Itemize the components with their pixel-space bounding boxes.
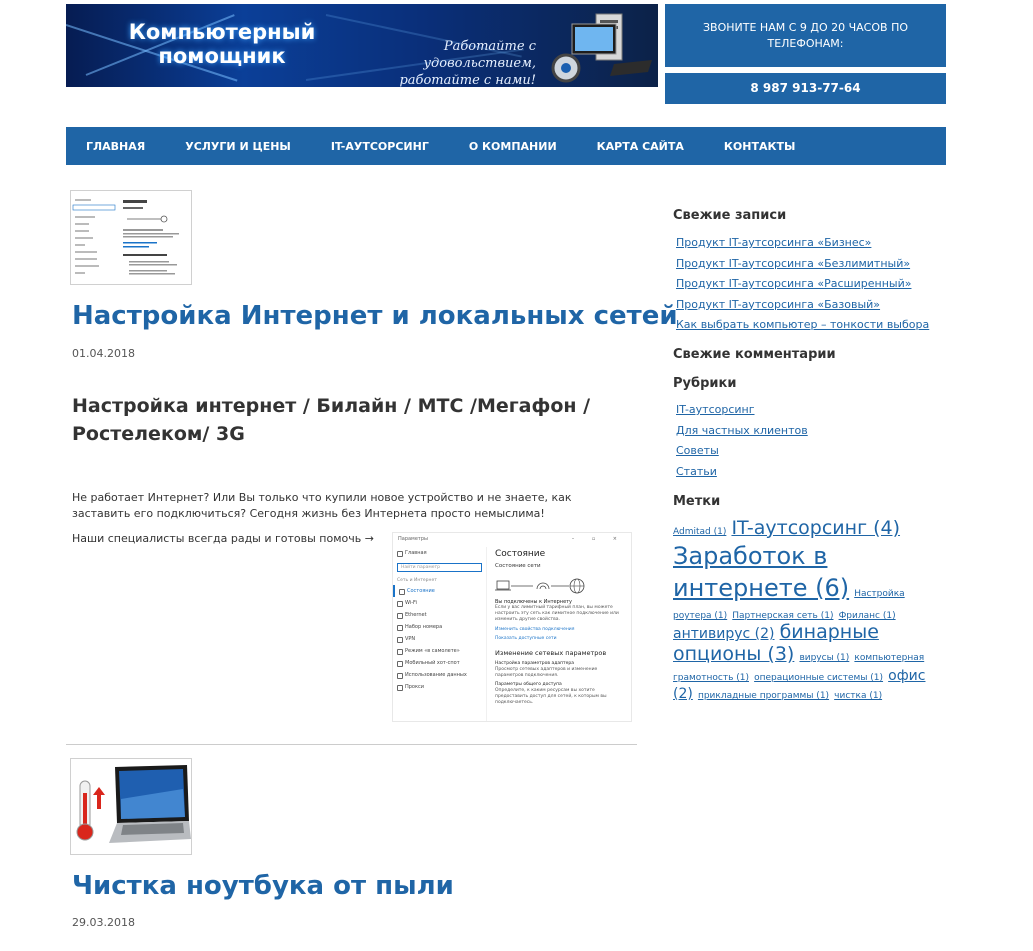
category-link[interactable]: Для частных клиентов	[676, 421, 808, 442]
recent-post-link[interactable]: Продукт IT-аутсорсинга «Безлимитный»	[676, 254, 929, 275]
change-settings-heading: Изменение сетевых параметров	[495, 649, 607, 657]
settings-menu-item: Wi-Fi	[393, 597, 486, 609]
tag-link[interactable]: чистка (1)	[834, 691, 882, 701]
tag-link[interactable]: прикладные программы (1)	[698, 691, 829, 701]
nav-item-it-outsourcing[interactable]: IT-АУТСОРСИНГ	[331, 140, 429, 153]
tag-link[interactable]: Партнерская сеть (1)	[732, 611, 833, 621]
recent-post-link[interactable]: Продукт IT-аутсорсинга «Бизнес»	[676, 233, 929, 254]
recent-posts-list: Продукт IT-аутсорсинга «Бизнес» Продукт …	[676, 233, 929, 336]
tags-heading: Метки	[673, 494, 721, 509]
settings-sidebar: Главная Найти параметр Сеть и Интернет С…	[393, 547, 487, 721]
post-subheading: Настройка интернет / Билайн / МТС /Мегаф…	[72, 395, 591, 445]
settings-content: Состояние Состояние сети Вы подключены к…	[495, 547, 627, 706]
connected-description: Если у вас лимитный тарифный план, вы мо…	[495, 605, 619, 622]
phone-number[interactable]: 8 987 913-77-64	[665, 73, 946, 104]
site-slogan: Работайте с удовольствием, работайте с н…	[399, 39, 536, 87]
categories-heading: Рубрики	[673, 376, 737, 391]
post-read-more[interactable]: Наши специалисты всегда рады и готовы по…	[72, 532, 374, 545]
settings-menu-item: Режим «в самолете»	[393, 645, 486, 657]
post-thumbnail-laptop[interactable]	[70, 758, 192, 855]
laptop-thermometer-icon	[71, 759, 191, 854]
settings-menu-item: Прокси	[393, 681, 486, 693]
network-diagram-icon	[495, 575, 627, 597]
nav-item-home[interactable]: ГЛАВНАЯ	[86, 140, 145, 153]
recent-comments-heading: Свежие комментарии	[673, 347, 836, 362]
settings-window-thumbnail-icon	[71, 191, 191, 284]
call-hours-box: ЗВОНИТЕ НАМ С 9 ДО 20 ЧАСОВ ПО ТЕЛЕФОНАМ…	[665, 4, 946, 67]
settings-menu-item: VPN	[393, 633, 486, 645]
post-title[interactable]: Чистка ноутбука от пыли	[72, 871, 454, 901]
settings-menu-item: Мобильный хот-спот	[393, 657, 486, 669]
settings-menu-item: Ethernet	[393, 609, 486, 621]
window-controls: – ▫ ×	[571, 536, 625, 542]
category-link[interactable]: Статьи	[676, 462, 808, 483]
settings-home-item: Главная	[393, 547, 486, 559]
recent-post-link[interactable]: Продукт IT-аутсорсинга «Базовый»	[676, 295, 929, 316]
change-connection-link: Изменить свойства подключения	[495, 627, 575, 632]
recent-post-link[interactable]: Продукт IT-аутсорсинга «Расширенный»	[676, 274, 929, 295]
category-link[interactable]: IT-аутсорсинг	[676, 400, 808, 421]
nav-item-contacts[interactable]: КОНТАКТЫ	[724, 140, 795, 153]
tag-link[interactable]: Фриланс (1)	[839, 611, 896, 621]
nav-item-services[interactable]: УСЛУГИ И ЦЕНЫ	[185, 140, 291, 153]
tag-link[interactable]: антивирус (2)	[673, 626, 775, 642]
main-navigation: ГЛАВНАЯ УСЛУГИ И ЦЕНЫ IT-АУТСОРСИНГ О КО…	[66, 127, 946, 165]
post-thumbnail-network[interactable]	[70, 190, 192, 285]
tag-cloud: Admitad (1) IT-аутсорсинг (4) Заработок …	[673, 517, 941, 703]
tag-link[interactable]: IT-аутсорсинг (4)	[731, 517, 900, 539]
categories-list: IT-аутсорсинг Для частных клиентов Совет…	[676, 400, 808, 482]
settings-menu-item: Набор номера	[393, 621, 486, 633]
computer-illustration-icon	[551, 13, 652, 83]
recent-posts-heading: Свежие записи	[673, 208, 787, 223]
tag-link[interactable]: Admitad (1)	[673, 527, 726, 537]
nav-item-about[interactable]: О КОМПАНИИ	[469, 140, 557, 153]
settings-menu-item: Использование данных	[393, 669, 486, 681]
category-link[interactable]: Советы	[676, 441, 808, 462]
post-date: 29.03.2018	[72, 916, 135, 929]
tag-link[interactable]: вирусы (1)	[799, 653, 849, 663]
sharing-option-desc: Определите, к каким ресурсам вы хотите п…	[495, 688, 607, 705]
call-hours-text: ЗВОНИТЕ НАМ С 9 ДО 20 ЧАСОВ ПО ТЕЛЕФОНАМ…	[703, 21, 908, 50]
settings-section-label: Сеть и Интернет	[397, 578, 437, 583]
nav-item-sitemap[interactable]: КАРТА САЙТА	[597, 140, 684, 153]
post-divider	[66, 744, 637, 745]
site-logo-title: Компьютерный помощник	[128, 20, 316, 68]
network-settings-screenshot: Параметры – ▫ × Главная Найти параметр С…	[392, 532, 632, 722]
tag-link[interactable]: Заработок в интернете (6)	[673, 542, 849, 602]
settings-menu-item: Состояние	[393, 585, 486, 597]
window-title: Параметры	[398, 536, 428, 542]
site-logo-banner[interactable]: Компьютерный помощник Работайте с удовол…	[66, 4, 658, 87]
post-date: 01.04.2018	[72, 347, 135, 360]
settings-heading: Состояние	[495, 549, 546, 559]
post-title[interactable]: Настройка Интернет и локальных сетей	[72, 301, 678, 331]
post-paragraph: Не работает Интернет? Или Вы только что …	[72, 491, 572, 520]
recent-post-link[interactable]: Как выбрать компьютер – тонкости выбора	[676, 315, 929, 336]
adapter-option-desc: Просмотр сетевых адаптеров и изменение п…	[495, 667, 598, 678]
show-networks-link: Показать доступные сети	[495, 636, 557, 641]
tag-link[interactable]: операционные системы (1)	[754, 673, 883, 683]
window-titlebar: Параметры – ▫ ×	[393, 533, 631, 547]
settings-subheading: Состояние сети	[495, 563, 541, 569]
settings-search-input: Найти параметр	[397, 563, 482, 572]
